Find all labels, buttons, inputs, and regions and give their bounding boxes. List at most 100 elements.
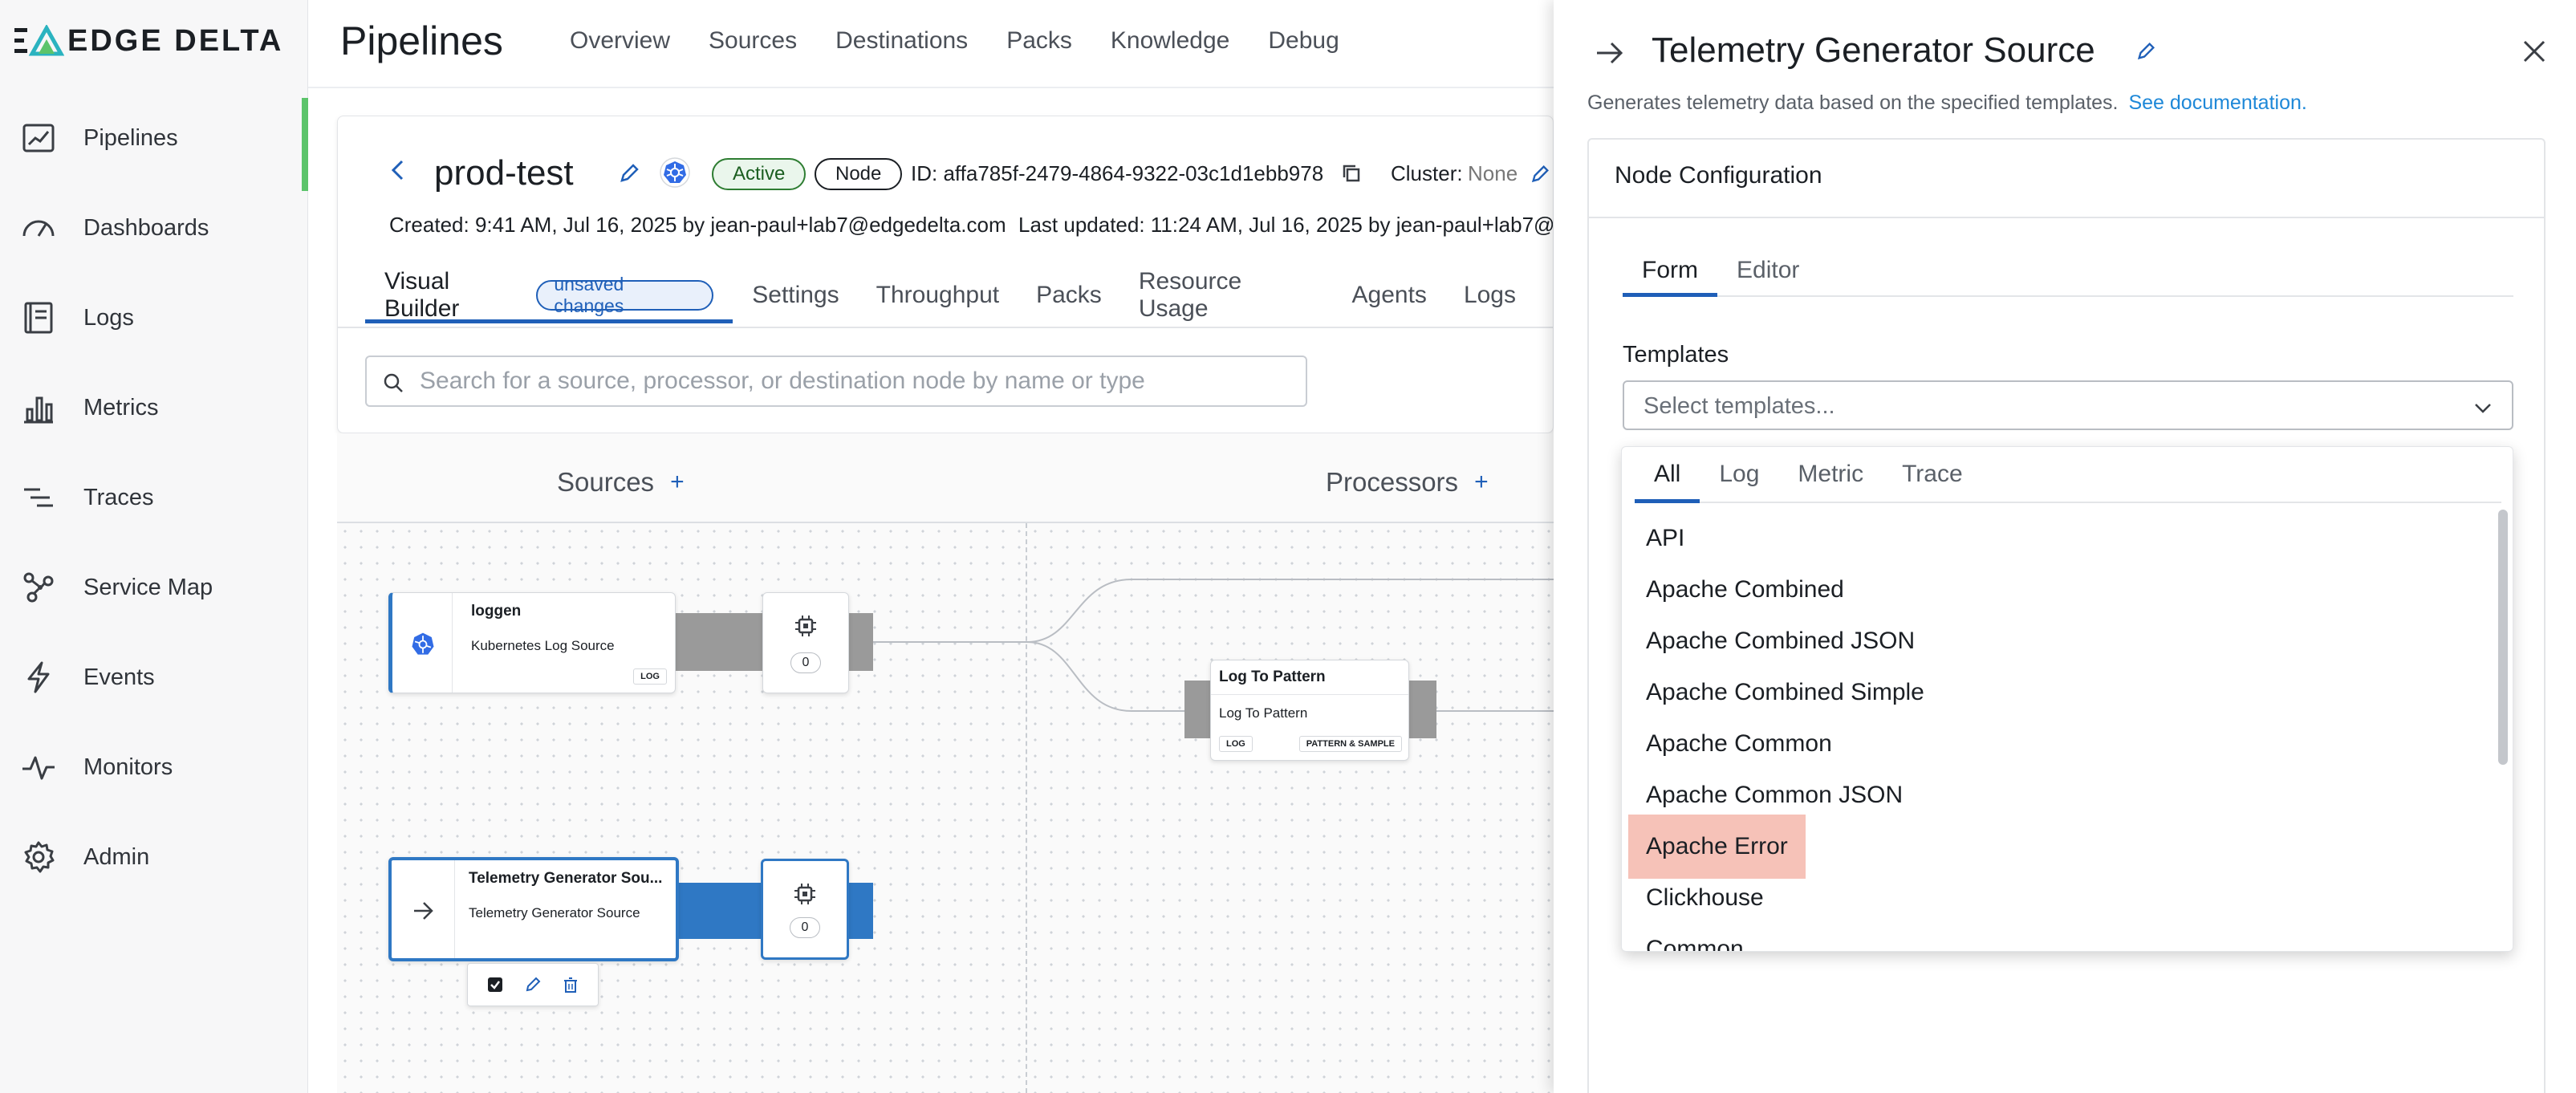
sidebar-item-label: Dashboards (83, 214, 209, 241)
pipeline-name: prod-test (434, 153, 574, 193)
node-subtitle: Telemetry Generator Source (469, 905, 640, 920)
created-info: Created: 9:41 AM, Jul 16, 2025 by jean-p… (389, 213, 1006, 237)
node-title: Log To Pattern (1219, 668, 1326, 685)
close-icon[interactable] (2520, 37, 2549, 66)
gauge-icon (22, 220, 55, 237)
chevron-left-icon[interactable] (386, 158, 410, 182)
tab-log[interactable]: Log (1700, 447, 1778, 502)
sidebar-item-logs[interactable]: Logs (0, 279, 308, 356)
sidebar-item-admin[interactable]: Admin (0, 819, 308, 896)
event-count: 0 (790, 652, 821, 673)
tab-settings[interactable]: Settings (752, 269, 839, 322)
loggen-output-connector (849, 613, 873, 671)
pattern-input-connector (1184, 681, 1212, 738)
node-loggen[interactable]: loggen Kubernetes Log Source LOG (388, 592, 676, 693)
tab-trace[interactable]: Trace (1883, 447, 1982, 502)
template-options-list: API Apache Combined Apache Combined JSON… (1622, 505, 2489, 951)
sidebar-item-traces[interactable]: Traces (0, 459, 308, 536)
tab-debug[interactable]: Debug (1268, 27, 1339, 55)
node-divider (452, 593, 453, 693)
sidebar-item-service-map[interactable]: Service Map (0, 549, 308, 626)
tab-throughput[interactable]: Throughput (876, 269, 999, 322)
sidebar-item-events[interactable]: Events (0, 639, 308, 716)
arrow-right-icon (1597, 42, 1623, 64)
tab-resource-usage[interactable]: Resource Usage (1139, 268, 1315, 322)
cluster-value: None (1468, 161, 1518, 185)
dropdown-scrollbar-thumb[interactable] (2498, 510, 2508, 765)
pipelines-icon (22, 124, 55, 152)
event-count: 0 (790, 917, 820, 938)
pulse-icon (22, 756, 55, 780)
node-subtitle: Kubernetes Log Source (471, 638, 615, 653)
tab-metric[interactable]: Metric (1778, 447, 1883, 502)
section-divider (1589, 217, 2544, 218)
edge-delta-logo[interactable]: EDGE DELTA (14, 22, 283, 59)
node-search-input[interactable] (420, 357, 1294, 405)
tab-packs[interactable]: Packs (1036, 269, 1102, 322)
add-source-button[interactable]: + (670, 469, 685, 496)
tab-knowledge[interactable]: Knowledge (1111, 27, 1229, 55)
sidebar: EDGE DELTA Pipelines Dashboards Logs Met… (0, 0, 308, 1093)
checkbox-icon[interactable] (486, 976, 504, 993)
tab-sources[interactable]: Sources (709, 27, 797, 55)
tab-all[interactable]: All (1635, 447, 1700, 503)
templates-dropdown: All Log Metric Trace API Apache Combined… (1621, 446, 2513, 952)
node-tag: LOG (1219, 736, 1253, 752)
lightning-icon (27, 661, 50, 693)
sidebar-item-label: Logs (83, 304, 134, 331)
sources-label: Sources (557, 467, 655, 497)
tab-visual-builder[interactable]: Visual Builder unsaved changes (365, 268, 733, 323)
tab-editor[interactable]: Editor (1717, 246, 1818, 295)
telemetry-connector (679, 883, 762, 939)
sidebar-item-pipelines[interactable]: Pipelines (0, 98, 308, 191)
top-nav-tabs: Overview Sources Destinations Packs Know… (570, 27, 1339, 55)
template-type-tabs: All Log Metric Trace (1635, 447, 2501, 503)
node-tag: PATTERN & SAMPLE (1298, 736, 1402, 752)
column-headers: Sources + Processors + (337, 449, 1554, 522)
node-telemetry-generator[interactable]: Telemetry Generator Sou... Telemetry Gen… (388, 857, 679, 961)
tab-agents[interactable]: Agents (1352, 269, 1427, 322)
tab-logs[interactable]: Logs (1464, 269, 1516, 322)
sidebar-item-label: Pipelines (83, 124, 178, 151)
pencil-icon[interactable] (524, 976, 542, 993)
chip-icon (795, 616, 816, 636)
copy-icon[interactable] (1341, 163, 1362, 184)
template-option[interactable]: Common (1628, 917, 1761, 951)
unsaved-changes-badge: unsaved changes (536, 274, 714, 316)
templates-select[interactable]: Select templates... (1623, 380, 2513, 430)
node-log-to-pattern[interactable]: Log To Pattern Log To Pattern LOG PATTER… (1210, 660, 1409, 761)
loggen-output-box[interactable]: 0 (762, 592, 849, 693)
pencil-icon[interactable] (2135, 40, 2157, 63)
tab-destinations[interactable]: Destinations (835, 27, 968, 55)
arrow-right-icon (414, 902, 433, 920)
pipeline-id: ID: affa785f-2479-4864-9322-03c1d1ebb978 (911, 161, 1324, 185)
pipeline-header-card: prod-test Active Node ID: affa785f-2479-… (337, 116, 1554, 433)
sidebar-item-label: Events (83, 664, 155, 690)
sidebar-item-metrics[interactable]: Metrics (0, 369, 308, 446)
type-badge: Node (815, 158, 903, 190)
loggen-connector (676, 613, 764, 671)
sidebar-item-monitors[interactable]: Monitors (0, 729, 308, 806)
bar-chart-icon (24, 396, 53, 424)
chevron-down-icon (2475, 404, 2491, 413)
panel-description: Generates telemetry data based on the sp… (1587, 91, 2307, 115)
updated-info: Last updated: 11:24 AM, Jul 16, 2025 by … (1018, 213, 1554, 237)
sources-column-header: Sources + (557, 467, 685, 498)
sidebar-item-label: Admin (83, 843, 150, 870)
node-subtitle: Log To Pattern (1219, 705, 1308, 721)
tab-packs[interactable]: Packs (1006, 27, 1072, 55)
pattern-output-connector (1408, 681, 1436, 738)
node-search-box (365, 356, 1307, 407)
telemetry-output-box[interactable]: 0 (761, 859, 849, 960)
sidebar-item-dashboards[interactable]: Dashboards (0, 189, 308, 266)
tab-overview[interactable]: Overview (570, 27, 670, 55)
trash-icon[interactable] (562, 976, 579, 993)
pipeline-tabs: Visual Builder unsaved changes Settings … (365, 268, 1553, 323)
tab-form[interactable]: Form (1623, 246, 1717, 297)
documentation-link[interactable]: See documentation. (2128, 91, 2306, 114)
pencil-icon[interactable] (617, 161, 641, 185)
node-title: loggen (471, 603, 522, 620)
node-divider (454, 860, 455, 958)
pencil-icon[interactable] (1529, 163, 1551, 185)
add-processor-button[interactable]: + (1474, 469, 1489, 496)
